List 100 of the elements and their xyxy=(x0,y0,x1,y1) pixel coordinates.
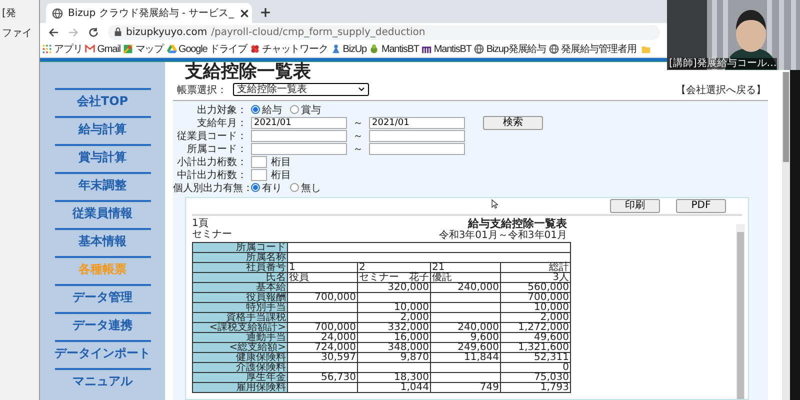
table-cell: 2,000 xyxy=(500,312,570,322)
table-cell: 249,600 xyxy=(430,342,500,352)
unit-label: 桁目 xyxy=(271,156,291,168)
field-label: 支給年月： xyxy=(196,116,247,130)
field-label: 従業員コード： xyxy=(176,130,247,142)
field-label: 所属コード： xyxy=(186,142,247,156)
range-separator: ～ xyxy=(352,130,364,142)
table-cell: 30,597 xyxy=(288,352,358,362)
field-label: 中計出力桁数： xyxy=(176,168,247,182)
table-cell: 10,000 xyxy=(358,302,430,312)
sidebar-item[interactable]: データ管理 xyxy=(54,284,150,308)
column-header: 総計 xyxy=(500,262,570,272)
row-header: 氏名 xyxy=(192,272,288,282)
table-cell: 700,000 xyxy=(288,292,358,302)
bookmark[interactable]: マップ xyxy=(123,42,164,56)
sidebar-item[interactable]: データインポート xyxy=(54,340,150,364)
sidebar-item[interactable]: データ連携 xyxy=(54,312,150,336)
table-cell: 1,793 xyxy=(500,382,570,392)
table-cell: 0 xyxy=(500,362,570,372)
report-title: 給与支給控除一覧表 xyxy=(468,218,567,230)
table-cell: 1,272,000 xyxy=(500,322,570,332)
sidebar-item[interactable]: マニュアル xyxy=(54,368,150,392)
window-tab[interactable]: [発 xyxy=(0,6,39,20)
table-cell: 749 xyxy=(430,382,500,392)
row-header: 厚生年金 xyxy=(192,372,288,382)
radio-option[interactable]: 無し xyxy=(290,180,321,194)
table-cell: 700,000 xyxy=(288,322,358,332)
table-cell: 18,300 xyxy=(358,372,430,382)
page-title: 支給控除一覧表 xyxy=(184,62,311,82)
sidebar-item[interactable]: 年末調整 xyxy=(54,172,150,196)
participant-name: [講師]発展給与コール… xyxy=(669,58,777,69)
table-cell: 10,000 xyxy=(500,302,570,312)
table-cell: 16,000 xyxy=(358,332,430,342)
table-cell: 320,000 xyxy=(358,282,430,292)
back-link[interactable]: 【会社選択へ戻る】 xyxy=(676,82,766,96)
table-cell: 24,000 xyxy=(288,332,358,342)
table-cell: 348,000 xyxy=(358,342,430,352)
row-header: 特別手当 xyxy=(192,302,288,312)
table-cell: 560,000 xyxy=(500,282,570,292)
table-cell: 9,600 xyxy=(430,332,500,342)
page-number: 1頁 xyxy=(192,218,210,229)
sidebar-item[interactable]: 従業員情報 xyxy=(54,200,150,224)
to-field[interactable]: 2021/01 xyxy=(369,116,465,128)
unit-label: 桁目 xyxy=(271,168,291,182)
radio-option[interactable]: 有り xyxy=(251,180,282,194)
bookmark[interactable]: Google ドライブ xyxy=(166,42,247,56)
browser-tab[interactable]: Bizup クラウド発展給与 - サービス_ xyxy=(46,3,252,23)
range-separator: ～ xyxy=(352,116,364,130)
bookmark[interactable]: アプリ xyxy=(42,42,82,56)
bookmark[interactable]: Bizup発展給与 xyxy=(474,42,546,56)
table-cell: 1,321,600 xyxy=(500,342,570,352)
sidebar-item[interactable]: 基本情報 xyxy=(54,228,150,252)
column-header: 21 xyxy=(430,262,500,272)
table-cell: 2,000 xyxy=(358,312,430,322)
field-label: 小計出力桁数： xyxy=(176,156,247,168)
row-header: 社員番号 xyxy=(192,262,288,272)
table-cell: 700,000 xyxy=(500,292,570,302)
radio-option[interactable]: 給与 xyxy=(251,102,282,116)
bookmark[interactable]: 発展給与管理者用 xyxy=(548,42,636,56)
table-cell: 240,000 xyxy=(430,322,500,332)
bookmark[interactable]: MantisBT xyxy=(422,44,472,54)
report-period: 令和3年01月～令和3年01月 xyxy=(438,230,567,241)
table-cell: 56,730 xyxy=(288,372,358,382)
row-header: <課税支給額計> xyxy=(192,322,288,332)
row-header: 所属名称 xyxy=(192,252,288,262)
sidebar-item[interactable]: 給与計算 xyxy=(54,116,150,140)
table-cell: 11,844 xyxy=(430,352,500,362)
table-cell: 9,870 xyxy=(358,352,430,362)
bookmark[interactable]: MantisBT xyxy=(369,44,419,54)
toolbar-button[interactable]: PDF xyxy=(676,199,726,213)
bookmark[interactable]: BizUp xyxy=(330,44,366,54)
column-header: 3人 xyxy=(500,272,570,282)
column-header: 優託 xyxy=(430,272,500,282)
row-header: 基本給 xyxy=(192,282,288,292)
from-field[interactable]: 2021/01 xyxy=(251,116,347,128)
menu-item[interactable]: ファイ xyxy=(0,26,39,40)
address-field[interactable]: bizupkyuyo.com /payroll-cloud/cmp_form_supply_deduction xyxy=(108,24,660,40)
radio-option[interactable]: 賞与 xyxy=(290,102,321,116)
report-select[interactable]: 支給控除一覧表 xyxy=(233,83,369,96)
sidebar-item[interactable]: 会社TOP xyxy=(54,88,150,112)
search-button[interactable]: 検索 xyxy=(483,116,543,130)
field-label: 出力対象： xyxy=(196,104,247,116)
field-label: 個人別出力有無： xyxy=(173,182,247,194)
bookmark[interactable]: チャットワーク xyxy=(250,42,328,56)
column-header: セミナー 花子 xyxy=(358,272,430,282)
row-header: 所属コード xyxy=(192,242,288,252)
range-separator: ～ xyxy=(352,142,364,156)
table-cell: 52,311 xyxy=(500,352,570,362)
bookmark[interactable]: Gmail xyxy=(85,44,120,54)
field-label: 帳票選択： xyxy=(177,84,227,96)
company-name: セミナー xyxy=(192,229,232,240)
table-cell: 724,000 xyxy=(288,342,358,352)
row-header: 雇用保険料 xyxy=(192,382,288,392)
table-cell: 1,044 xyxy=(358,382,430,392)
row-header: <総支給額> xyxy=(192,342,288,352)
sidebar-item[interactable]: 賞与計算 xyxy=(54,144,150,168)
row-header: 役員報酬 xyxy=(192,292,288,302)
toolbar-button[interactable]: 印刷 xyxy=(610,199,660,213)
row-header: 介護保険料 xyxy=(192,362,288,372)
column-header: 2 xyxy=(358,262,430,272)
